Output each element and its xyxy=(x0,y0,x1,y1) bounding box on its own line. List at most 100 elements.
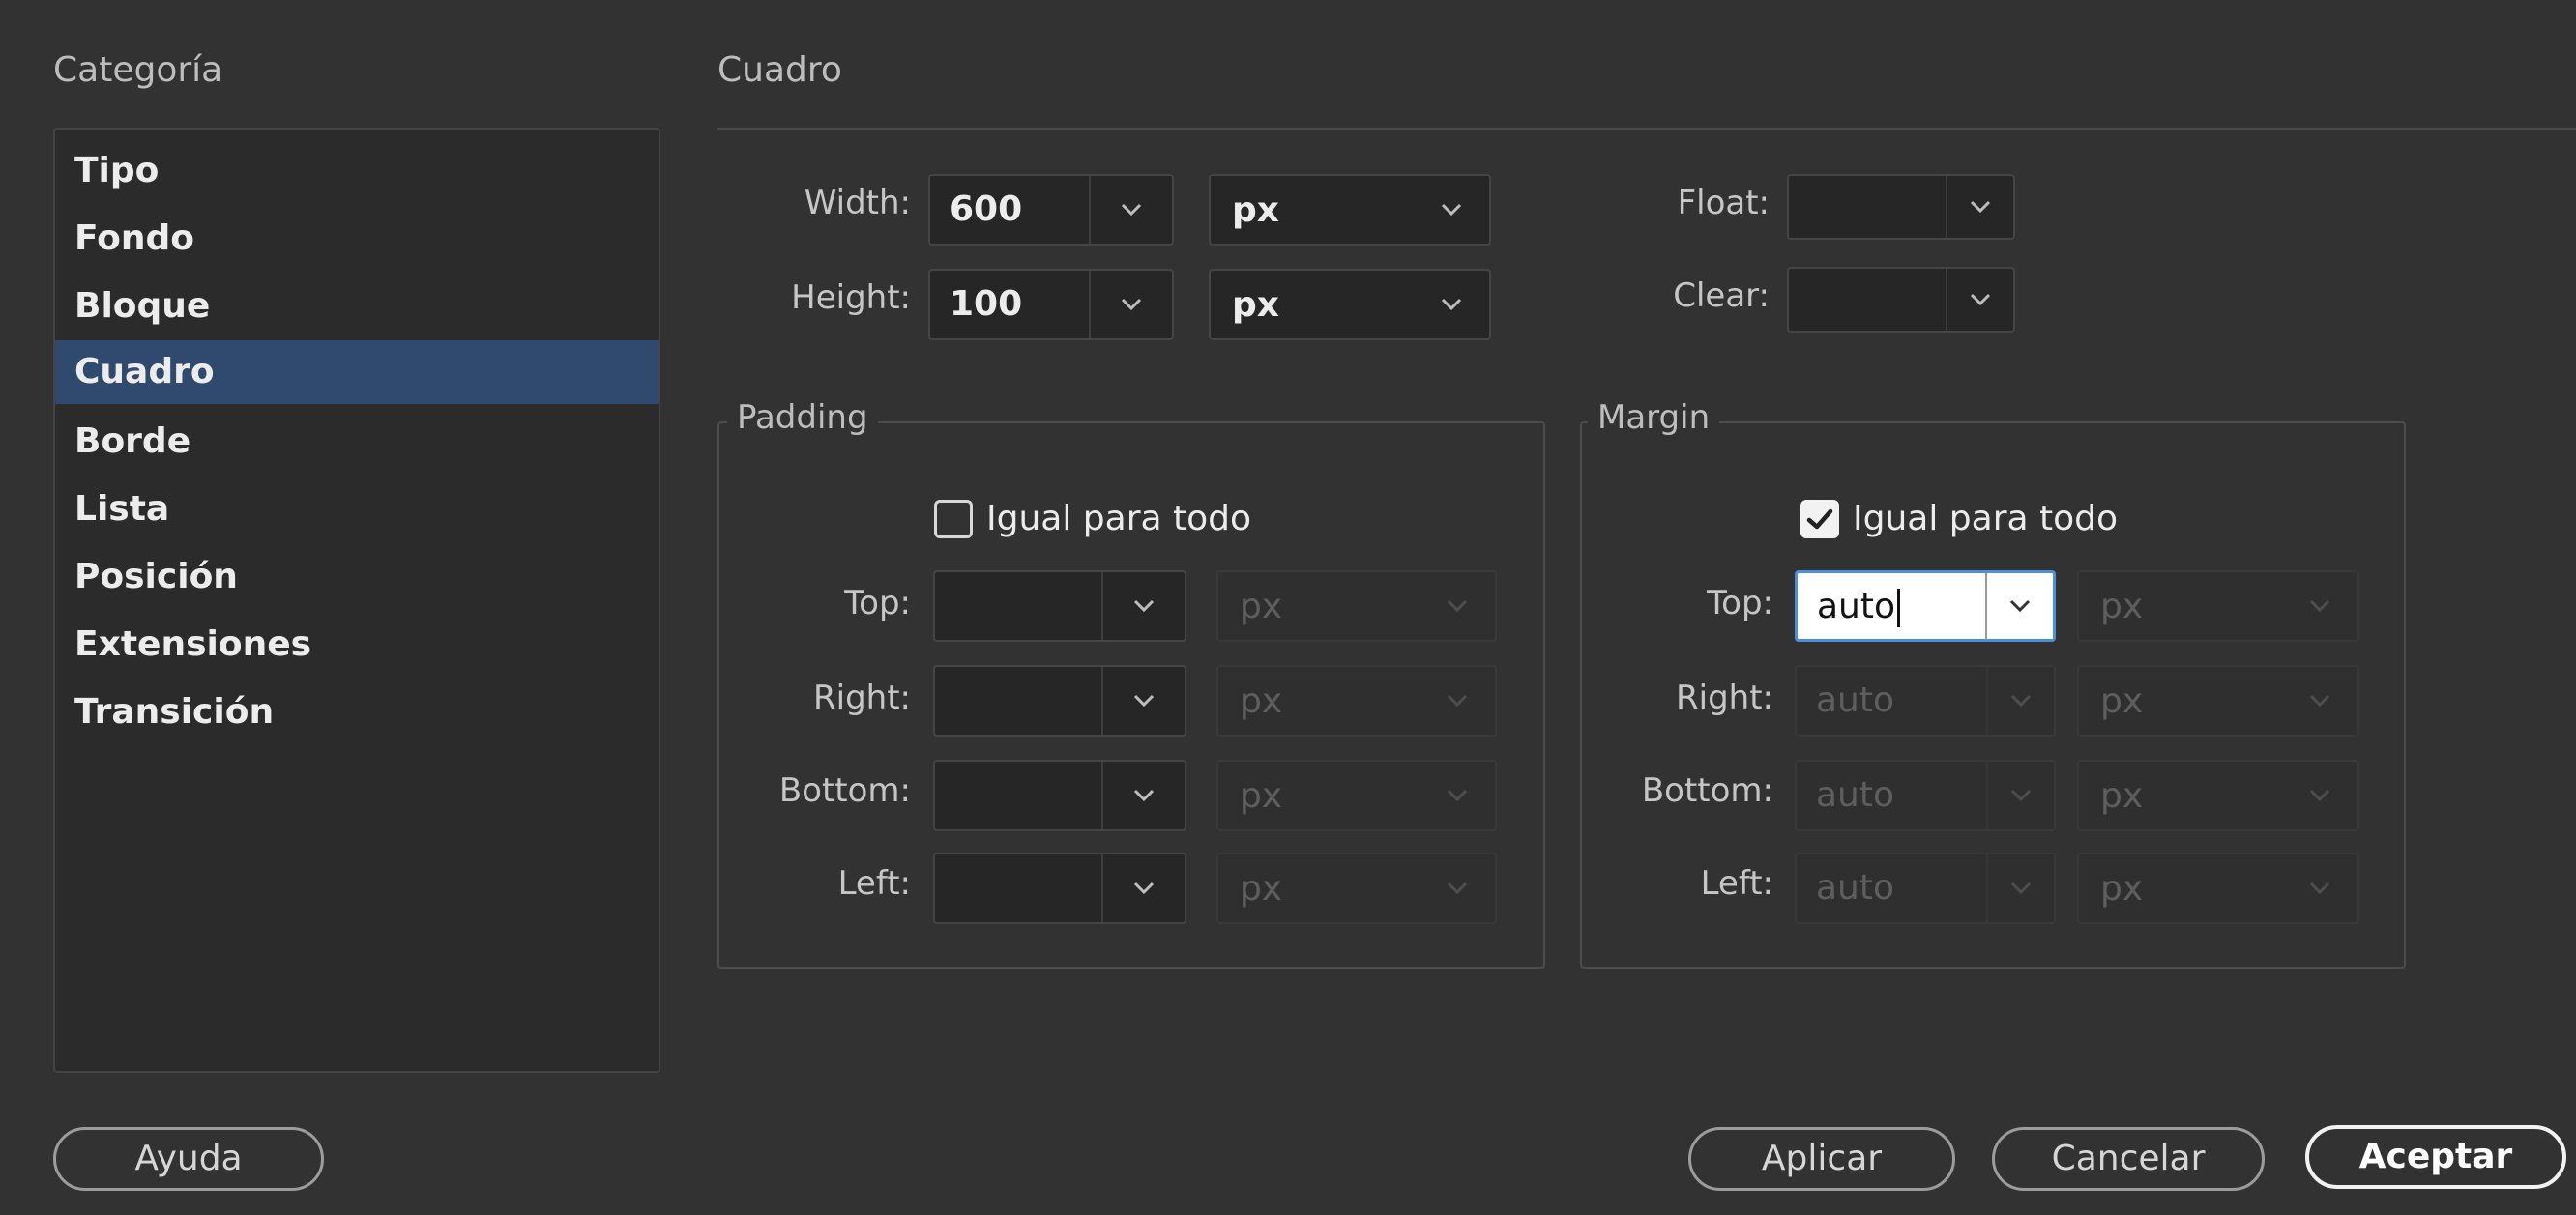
float-label: Float: xyxy=(1677,184,1770,222)
margin-right-value: auto xyxy=(1816,680,1895,720)
margin-left-combo: auto xyxy=(1795,853,2056,924)
margin-bottom-label: Bottom: xyxy=(1641,771,1773,810)
chevron-down-icon xyxy=(2309,694,2330,708)
padding-top-value[interactable] xyxy=(935,572,1101,640)
padding-title: Padding xyxy=(727,398,878,437)
chevron-down-icon[interactable] xyxy=(1089,176,1172,244)
margin-same-for-all[interactable]: Igual para todo xyxy=(1800,499,2118,538)
category-item-borde[interactable]: Borde xyxy=(55,410,659,474)
padding-right-combo[interactable] xyxy=(933,665,1186,737)
chevron-down-icon[interactable] xyxy=(1101,762,1185,829)
padding-top-combo[interactable] xyxy=(933,570,1186,642)
padding-left-combo[interactable] xyxy=(933,853,1186,924)
padding-right-label: Right: xyxy=(813,679,911,717)
margin-right-combo: auto xyxy=(1795,665,2056,737)
chevron-down-icon xyxy=(1441,298,1462,311)
padding-bottom-value[interactable] xyxy=(935,762,1101,829)
chevron-down-icon xyxy=(1447,599,1468,613)
chevron-down-icon xyxy=(1441,203,1462,217)
padding-bottom-label: Bottom: xyxy=(778,771,911,810)
margin-left-unit: px xyxy=(2077,853,2359,924)
chevron-down-icon xyxy=(2309,882,2330,895)
padding-top-label: Top: xyxy=(844,584,911,622)
category-item-lista[interactable]: Lista xyxy=(55,477,659,541)
height-combo[interactable]: 100 xyxy=(928,269,1174,340)
margin-top-value[interactable]: auto xyxy=(1817,587,1895,626)
checkmark-icon xyxy=(1806,508,1833,529)
title-divider xyxy=(717,128,2576,130)
padding-top-unit-value: px xyxy=(1240,586,1283,626)
margin-title: Margin xyxy=(1588,398,1720,437)
width-unit-select[interactable]: px xyxy=(1209,174,1491,246)
chevron-down-icon xyxy=(1986,762,2054,829)
padding-same-label: Igual para todo xyxy=(986,499,1252,538)
chevron-down-icon xyxy=(1447,789,1468,802)
margin-top-combo[interactable]: auto xyxy=(1795,570,2056,642)
css-rule-definition-dialog: Categoría Cuadro Tipo Fondo Bloque Cuadr… xyxy=(0,0,2576,1215)
height-unit-select[interactable]: px xyxy=(1209,269,1491,340)
padding-left-unit-value: px xyxy=(1240,868,1283,909)
clear-label: Clear: xyxy=(1673,276,1770,315)
margin-right-unit: px xyxy=(2077,665,2359,737)
category-item-transicion[interactable]: Transición xyxy=(55,680,659,744)
chevron-down-icon xyxy=(1447,882,1468,895)
help-button[interactable]: Ayuda xyxy=(53,1127,324,1191)
category-item-tipo[interactable]: Tipo xyxy=(55,139,659,203)
chevron-down-icon xyxy=(1946,269,2013,331)
text-caret xyxy=(1897,589,1901,627)
margin-right-label: Right: xyxy=(1676,679,1773,717)
padding-bottom-combo[interactable] xyxy=(933,760,1186,831)
margin-left-unit-value: px xyxy=(2100,868,2144,909)
category-item-posicion[interactable]: Posición xyxy=(55,545,659,609)
chevron-down-icon xyxy=(1986,854,2054,922)
margin-same-label: Igual para todo xyxy=(1853,499,2119,538)
cancel-button[interactable]: Cancelar xyxy=(1992,1127,2265,1191)
padding-left-label: Left: xyxy=(837,864,911,903)
padding-right-unit: px xyxy=(1216,665,1497,737)
chevron-down-icon xyxy=(1986,667,2054,735)
category-item-fondo[interactable]: Fondo xyxy=(55,207,659,271)
chevron-down-icon[interactable] xyxy=(1089,271,1172,338)
padding-same-checkbox[interactable] xyxy=(934,499,973,538)
padding-bottom-unit: px xyxy=(1216,760,1497,831)
ok-button[interactable]: Aceptar xyxy=(2305,1125,2566,1189)
padding-left-value[interactable] xyxy=(935,854,1101,922)
chevron-down-icon[interactable] xyxy=(1101,854,1185,922)
chevron-down-icon xyxy=(2309,789,2330,802)
category-item-cuadro[interactable]: Cuadro xyxy=(55,340,659,404)
margin-bottom-unit: px xyxy=(2077,760,2359,831)
margin-bottom-value: auto xyxy=(1816,775,1895,815)
width-combo[interactable]: 600 xyxy=(928,174,1174,246)
category-item-bloque[interactable]: Bloque xyxy=(55,275,659,338)
width-unit-value: px xyxy=(1232,189,1279,230)
padding-top-unit: px xyxy=(1216,570,1497,642)
height-unit-value: px xyxy=(1232,284,1279,325)
chevron-down-icon[interactable] xyxy=(1985,573,2053,639)
category-item-extensiones[interactable]: Extensiones xyxy=(55,613,659,677)
clear-value xyxy=(1789,269,1946,331)
panel-title: Cuadro xyxy=(717,50,842,90)
padding-same-for-all[interactable]: Igual para todo xyxy=(934,499,1251,538)
chevron-down-icon xyxy=(1946,176,2013,238)
padding-right-value[interactable] xyxy=(935,667,1101,735)
padding-right-unit-value: px xyxy=(1240,680,1283,721)
width-value[interactable]: 600 xyxy=(930,176,1089,244)
category-list[interactable]: Tipo Fondo Bloque Cuadro Borde Lista Pos… xyxy=(53,128,660,1073)
category-heading: Categoría xyxy=(53,50,223,90)
chevron-down-icon[interactable] xyxy=(1101,667,1185,735)
float-select[interactable] xyxy=(1787,174,2015,240)
apply-button[interactable]: Aplicar xyxy=(1688,1127,1955,1191)
height-value[interactable]: 100 xyxy=(930,271,1089,338)
margin-same-checkbox[interactable] xyxy=(1800,499,1839,538)
margin-right-unit-value: px xyxy=(2100,680,2144,721)
padding-left-unit: px xyxy=(1216,853,1497,924)
clear-select[interactable] xyxy=(1787,267,2015,333)
chevron-down-icon[interactable] xyxy=(1101,572,1185,640)
margin-bottom-unit-value: px xyxy=(2100,775,2144,816)
margin-left-value: auto xyxy=(1816,868,1895,908)
margin-top-unit-value: px xyxy=(2100,586,2144,626)
padding-bottom-unit-value: px xyxy=(1240,775,1283,816)
chevron-down-icon xyxy=(1447,694,1468,708)
margin-top-label: Top: xyxy=(1707,584,1773,622)
margin-top-input[interactable]: auto xyxy=(1798,573,1985,639)
